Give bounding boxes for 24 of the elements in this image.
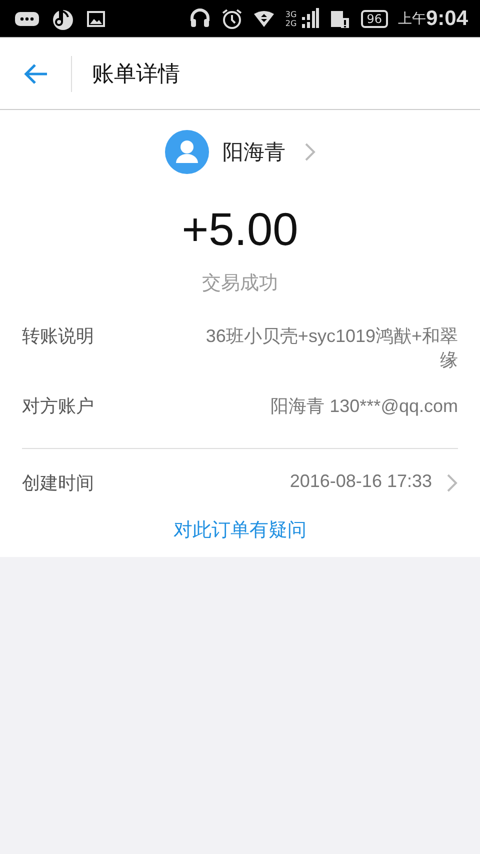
clock-time: 9:04 xyxy=(426,6,468,30)
signal-icon xyxy=(300,8,319,30)
payee-name[interactable]: 阳海青 xyxy=(222,138,286,166)
question-link[interactable]: 对此订单有疑问 xyxy=(174,517,306,543)
detail-label: 转账说明 xyxy=(22,325,94,348)
battery-indicator: 96 xyxy=(360,10,388,28)
back-arrow-icon xyxy=(23,62,49,86)
alarm-icon xyxy=(221,8,244,30)
chevron-icon xyxy=(304,142,316,162)
detail-value: 阳海青 130***@qq.com xyxy=(270,395,458,418)
clock-period: 上午 xyxy=(398,10,426,28)
detail-value[interactable]: 2016-08-16 17:33 xyxy=(290,471,432,492)
network-label: 2G xyxy=(285,18,297,28)
detail-value: 36班小贝壳+syc1019鸿猷+和翠缘 xyxy=(204,325,458,372)
image-icon xyxy=(86,8,106,28)
avatar-icon xyxy=(164,130,208,174)
network-label: 3G xyxy=(285,10,297,18)
page-title: 账单详情 xyxy=(92,60,180,88)
detail-label: 对方账户 xyxy=(22,395,94,418)
transaction-status: 交易成功 xyxy=(202,271,278,296)
message-icon xyxy=(14,10,40,28)
wifi-icon xyxy=(253,10,276,28)
amount: +5.00 xyxy=(182,202,298,256)
detail-label: 创建时间 xyxy=(22,472,94,495)
